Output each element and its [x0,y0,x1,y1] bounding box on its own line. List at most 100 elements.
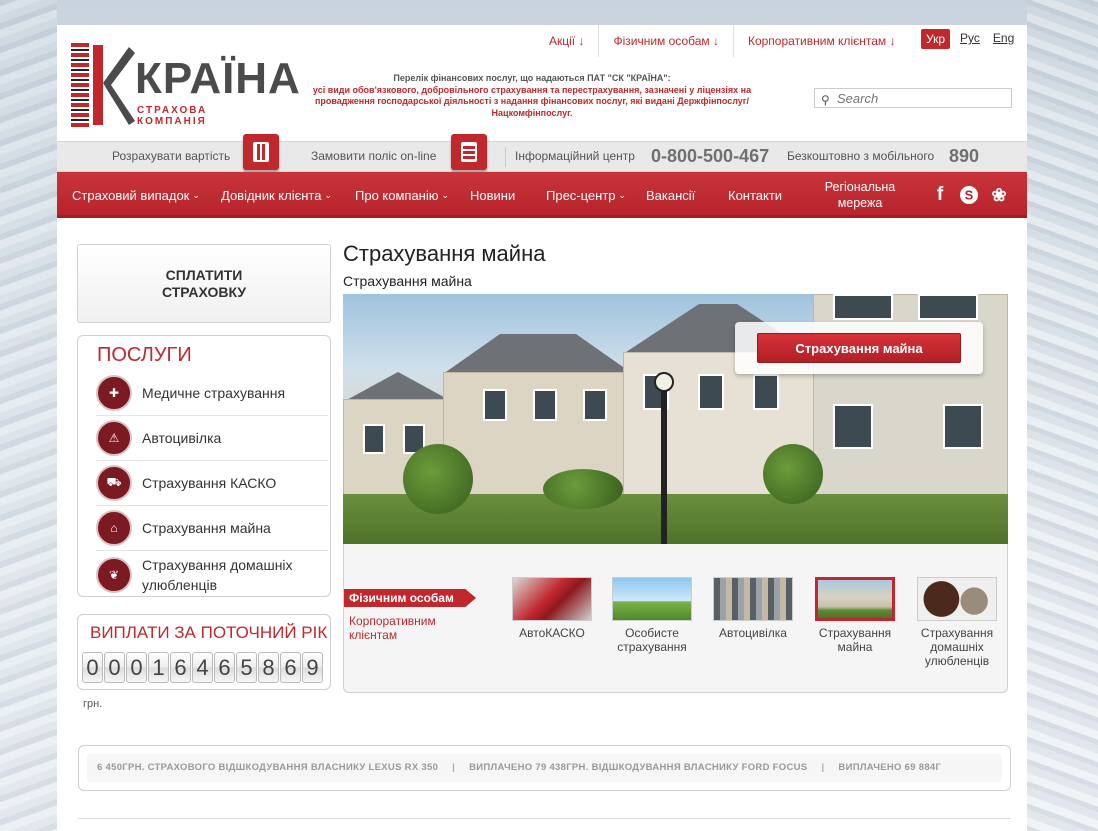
counter-digit: 8 [258,652,279,683]
car-crash-icon: ⚠ [96,420,132,456]
search-icon[interactable]: ⚲ [821,93,830,107]
nav-label: Прес-центр [546,187,616,203]
tab-individuals[interactable]: Фізичним особам [344,589,476,607]
nav-contacts[interactable]: Контакти [728,172,782,218]
thumb-label: АвтоКАСКО [519,626,585,640]
nav-regional-network[interactable]: Регіональна мережа [817,172,903,218]
info-center-label: Інформаційний центр [515,149,635,163]
house-window [753,374,779,410]
nav-press-center[interactable]: Прес-центр ⌄ [546,172,626,218]
hero-property-insurance-button[interactable]: Страхування майна [757,333,961,363]
lang-ukr[interactable]: Укр [921,29,951,49]
house-window [533,389,557,421]
background-snow-left [0,0,57,831]
top-link-corporate[interactable]: Корпоративним клієнтам ↓ [734,25,910,57]
mobile-phone[interactable]: 890 [949,142,979,171]
thumb-image [815,577,895,621]
thumb-property[interactable]: Страхування майна [813,577,897,654]
language-switcher: Укр Рус Eng [921,29,1017,49]
order-policy-button[interactable] [451,134,487,170]
calculate-cost-link[interactable]: Розрахувати вартість [112,142,230,171]
thumb-image [917,577,997,621]
service-item-property[interactable]: ⌂ Страхування майна [96,506,328,551]
nav-label: Регіональна мережа [824,180,896,210]
calculator-icon [253,142,269,162]
service-item-kasko[interactable]: ⛟ Страхування КАСКО [96,461,328,506]
product-carousel: Фізичним особам Корпоративним клієнтам А… [343,544,1008,693]
chevron-down-icon: ⌄ [618,189,627,200]
divider [505,147,506,167]
page-container: КРАЇНА СТРАХОВА КОМПАНІЯ Перелік фінансо… [57,25,1027,831]
service-label: Автоцивілка [142,430,222,446]
skype-icon[interactable]: S [959,185,979,205]
logo-wordmark: КРАЇНА [135,54,301,103]
nav-news[interactable]: Новини [470,172,515,218]
nav-label: Довідник клієнта [221,187,322,203]
thumb-autocivil[interactable]: Автоцивілка [711,577,795,640]
house-window [363,424,385,454]
search-box: ⚲ [814,88,1012,108]
service-item-medical[interactable]: ✚ Медичне страхування [96,371,328,416]
nav-label: Контакти [728,187,783,203]
medical-case-icon: ✚ [96,375,132,411]
calculator-button[interactable] [243,134,279,170]
hero-overlay: Страхування майна [735,322,983,374]
payments-title: ВИПЛАТИ ЗА ПОТОЧНИЙ РІК [90,623,328,642]
service-label: Страхування домашніх улюбленців [142,556,293,593]
nav-label: Страховий випадок [72,187,190,203]
nav-insurance-case[interactable]: Страховий випадок ⌄ [72,172,200,218]
house-roof [443,334,633,374]
counter-digit: 6 [214,652,235,683]
thumb-pets[interactable]: Страхування домашніх улюбленців [915,577,999,668]
mobile-label: Безкоштовно з мобільного [787,149,935,163]
house-window [833,404,873,449]
house-icon: ⌂ [96,510,132,546]
service-item-pets[interactable]: ❦ Страхування домашніх улюбленців [96,551,328,598]
tab-corporate[interactable]: Корпоративним клієнтам [349,614,469,642]
pay-insurance-button[interactable]: СПЛАТИТИ СТРАХОВКУ [78,245,330,322]
lang-eng[interactable]: Eng [990,29,1017,49]
top-link-promotions[interactable]: Акції ↓ [535,25,600,57]
pet-icon: ❦ [96,556,132,593]
info-center-phone[interactable]: 0-800-500-467 [651,142,769,171]
pay-insurance-box: СПЛАТИТИ СТРАХОВКУ [77,244,331,323]
nav-label: Про компанію [355,187,439,203]
logo-ornament [71,43,89,127]
logo-subtitle: СТРАХОВА КОМПАНІЯ [137,105,208,127]
nav-vacancies[interactable]: Вакансії [646,172,695,218]
service-label: Страхування КАСКО [142,475,277,491]
counter-digit: 0 [104,652,125,683]
ticker-item: 6 450ГРН. СТРАХОВОГО ВІДШКОДУВАННЯ ВЛАСН… [97,762,439,773]
facebook-icon[interactable]: f [930,184,950,205]
payments-counter: 0 0 0 1 6 4 6 5 8 6 9 [82,652,323,683]
company-logo[interactable]: КРАЇНА СТРАХОВА КОМПАНІЯ [71,43,300,127]
counter-digit: 4 [192,652,213,683]
financial-services-notice: Перелік фінансових послуг, що надаються … [297,73,767,119]
nav-about[interactable]: Про компанію ⌄ [355,172,449,218]
main-navigation: Страховий випадок ⌄ Довідник клієнта ⌄ П… [57,172,1027,218]
order-policy-link[interactable]: Замовити поліс on-line [311,142,436,171]
thumb-personal[interactable]: Особисте страхування [610,577,694,654]
services-title: ПОСЛУГИ [97,344,192,366]
top-link-individuals[interactable]: Фізичним особам ↓ [599,25,734,57]
nav-client-guide[interactable]: Довідник клієнта ⌄ [221,172,332,218]
ticker-separator: | [821,762,825,773]
counter-digit: 6 [280,652,301,683]
flower-icon[interactable]: ❀ [989,185,1009,205]
chevron-down-icon: ⌄ [441,189,450,200]
thumb-image [612,577,692,621]
thumb-label: Страхування майна [818,626,892,654]
service-label: Медичне страхування [142,385,286,401]
service-item-autocivil[interactable]: ⚠ Автоцивілка [96,416,328,461]
ticker-item: ВИПЛАЧЕНО 69 884Г [838,762,942,773]
lang-rus[interactable]: Рус [957,29,983,49]
search-input[interactable] [837,90,1007,106]
tree [543,469,623,509]
thumb-image [512,577,592,621]
thumb-autokasko[interactable]: АвтоКАСКО [510,577,594,640]
counter-digit: 1 [148,652,169,683]
thumb-label: Особисте страхування [617,626,687,654]
tree [403,444,473,514]
background-snow-right [1027,0,1098,831]
clipboard-icon [461,142,477,162]
